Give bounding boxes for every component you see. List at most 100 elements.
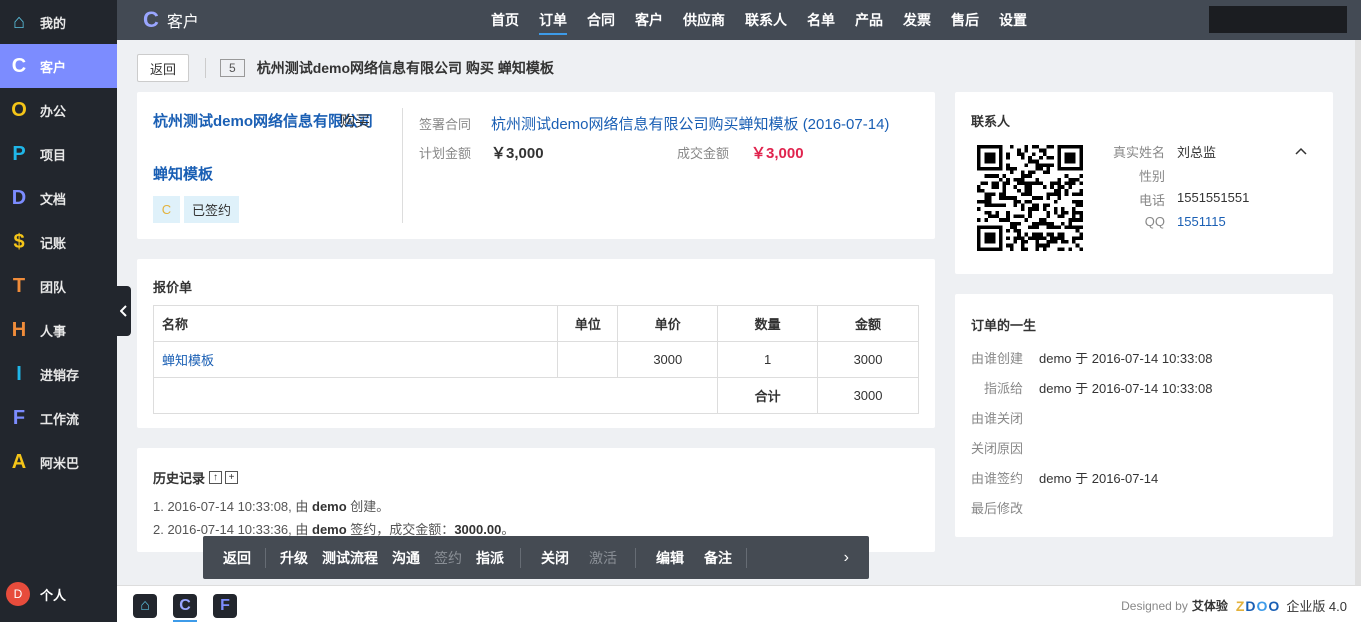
avatar[interactable]: D [6, 582, 30, 606]
nav-tab-0[interactable]: 首页 [481, 0, 529, 40]
total-row: 合计 3000 [152, 377, 919, 414]
chevron-left-icon [120, 305, 127, 317]
divider [205, 58, 207, 78]
divider [402, 108, 403, 223]
sidebar-item-2[interactable]: O 办公 [0, 88, 117, 132]
nav-tab-2[interactable]: 合同 [577, 0, 625, 40]
product-link[interactable]: 蝉知模板 [152, 341, 559, 378]
app-icon: A [11, 450, 27, 473]
personal-label: 个人 [40, 587, 67, 603]
note-button[interactable]: 备注 [694, 548, 742, 568]
sidebar-item-3[interactable]: P 项目 [0, 132, 117, 176]
sidebar-item-8[interactable]: I 进销存 [0, 352, 117, 396]
nav-tab-1[interactable]: 订单 [529, 0, 577, 40]
upgrade-button[interactable]: 升级 [270, 548, 318, 568]
sidebar-item-4[interactable]: D 文档 [0, 176, 117, 220]
sidebar-item-label: 人事 [40, 323, 67, 339]
sidebar-item-10[interactable]: A 阿米巴 [0, 440, 117, 484]
history-entry: 1. 2016-07-14 10:33:08, 由 demo 创建。 [153, 496, 389, 515]
nav-tab-9[interactable]: 售后 [941, 0, 989, 40]
app-icon: $ [13, 230, 25, 253]
col-header-name: 名称 [152, 305, 559, 342]
communicate-button[interactable]: 沟通 [382, 548, 430, 568]
nav-tab-8[interactable]: 发票 [893, 0, 941, 40]
contract-label: 签署合同 [419, 116, 472, 132]
nav-tab-7[interactable]: 产品 [845, 0, 893, 40]
designed-by-label: Designed by [1121, 598, 1188, 613]
close-order-button[interactable]: 关闭 [525, 548, 579, 568]
breadcrumb: 返回 5 杭州测试demo网络信息有限公司 购买 蝉知模板 [137, 54, 554, 82]
flow-dock-icon[interactable]: F [213, 594, 237, 618]
sidebar-item-6[interactable]: T 团队 [0, 264, 117, 308]
test-flow-button[interactable]: 测试流程 [318, 548, 382, 568]
page-scrollbar[interactable] [1355, 40, 1361, 585]
col-header-unit: 单位 [557, 305, 619, 342]
back-action-button[interactable]: 返回 [213, 548, 261, 568]
price-cell: 3000 [617, 341, 719, 378]
sidebar-item-label: 工作流 [40, 411, 80, 427]
status-badge: 已签约 [184, 196, 240, 223]
bottom-dock-bar: ⌂ C F Designed by 艾体验 ZDOO 企业版 4.0 [117, 585, 1361, 622]
sidebar-item-0[interactable]: ⌂ 我的 [0, 0, 117, 44]
created-by-label: 由谁创建 [971, 351, 1024, 366]
app-icon: ⌂ [12, 10, 26, 33]
app-menu: ⌂ 我的 C 客户 O 办公 P 项目 D 文档 $ 记账 T 团队 H 人事 I 进销存 F 工作流 A 阿米巴 [0, 0, 117, 484]
sidebar-item-label: 文档 [40, 191, 67, 207]
app-name: 客户 [166, 14, 199, 31]
sidebar-item-1[interactable]: C 客户 [0, 44, 117, 88]
history-entry-text: 2. 2016-07-14 10:33:36, 由 [153, 522, 313, 537]
divider [635, 547, 636, 568]
app-icon: P [12, 142, 26, 165]
page-title: 杭州测试demo网络信息有限公司 购买 蝉知模板 [256, 60, 554, 76]
sidebar-item-label: 客户 [40, 59, 67, 75]
buy-label: 购买 [340, 113, 371, 130]
app-icon: T [12, 274, 26, 297]
real-name-value: 刘总监 [1177, 145, 1217, 160]
back-button[interactable]: 返回 [137, 54, 190, 82]
nav-tab-3[interactable]: 客户 [625, 0, 673, 40]
qq-link[interactable]: 1551115 [1177, 214, 1226, 229]
sidebar-item-label: 记账 [40, 235, 67, 251]
nav-tab-5[interactable]: 联系人 [735, 0, 797, 40]
sidebar-item-7[interactable]: H 人事 [0, 308, 117, 352]
deal-amount-label: 成交金额 [677, 145, 730, 161]
crm-dock-icon[interactable]: C [173, 594, 197, 618]
contact-title: 联系人 [971, 114, 1011, 129]
table-row: 蝉知模板 3000 1 3000 [152, 341, 919, 378]
sidebar-item-label: 我的 [40, 15, 67, 31]
app-icon: C [11, 54, 27, 77]
more-actions-chevron-icon[interactable]: › [834, 549, 859, 567]
collapse-chevron-icon[interactable] [1295, 142, 1307, 158]
activate-button[interactable]: 激活 [579, 548, 627, 568]
zdoo-logo: ZDOO [1235, 597, 1281, 614]
home-dock-icon[interactable]: ⌂ [133, 594, 157, 618]
app-icon: H [11, 318, 27, 341]
edit-button[interactable]: 编辑 [640, 548, 694, 568]
app-icon: I [16, 362, 22, 385]
nav-tab-10[interactable]: 设置 [989, 0, 1037, 40]
product-link[interactable]: 蝉知模板 [153, 162, 213, 188]
app-icon: O [11, 98, 27, 121]
col-header-price: 单价 [617, 305, 719, 342]
sidebar-item-5[interactable]: $ 记账 [0, 220, 117, 264]
collapse-sidebar-button[interactable] [117, 286, 131, 336]
sidebar-item-9[interactable]: F 工作流 [0, 396, 117, 440]
sort-up-icon[interactable]: ↑ [209, 471, 223, 484]
main-content: 返回 5 杭州测试demo网络信息有限公司 购买 蝉知模板 杭州测试demo网络… [117, 40, 1355, 585]
order-lifecycle-panel: 订单的一生 由谁创建 demo 于 2016-07-14 10:33:08 指派… [955, 294, 1333, 537]
planned-amount-label: 计划金额 [419, 145, 472, 161]
designer-name: 艾体验 [1191, 599, 1228, 613]
personal-menu[interactable]: D 个人 [0, 576, 117, 612]
quote-table: 名称 单位 单价 数量 金额 蝉知模板 3000 1 3000 合计 3000 [152, 305, 919, 414]
search-box[interactable] [1209, 6, 1347, 33]
nav-tab-4[interactable]: 供应商 [673, 0, 735, 40]
nav-tab-6[interactable]: 名单 [797, 0, 845, 40]
contract-link[interactable]: 杭州测试demo网络信息有限公司购买蝉知模板 (2016-07-14) [491, 113, 889, 134]
gender-label: 性别 [1138, 169, 1165, 184]
expand-plus-icon[interactable]: + [225, 471, 239, 484]
sign-button[interactable]: 签约 [430, 548, 466, 568]
contract-row: 签署合同 杭州测试demo网络信息有限公司购买蝉知模板 (2016-07-14) [419, 112, 889, 134]
history-entry-action: 创建。 [346, 499, 390, 514]
assign-button[interactable]: 指派 [466, 548, 514, 568]
empty-cell [152, 377, 719, 414]
